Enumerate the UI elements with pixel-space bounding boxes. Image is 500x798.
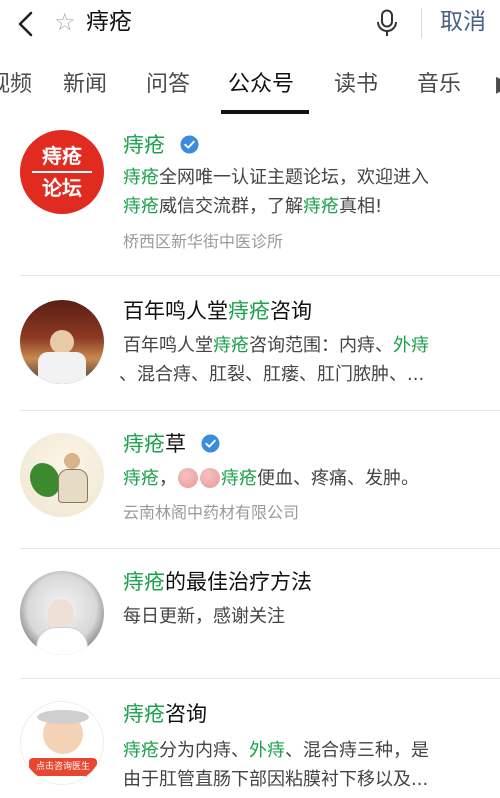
avatar-divider	[32, 171, 92, 173]
search-divider	[421, 8, 422, 38]
search-prefix-icon: ☆	[54, 8, 76, 36]
tab-official-accounts[interactable]: 公众号	[228, 70, 294, 100]
emoji-icon	[200, 467, 220, 488]
avatar-figure-head	[50, 330, 74, 354]
avatar	[20, 571, 104, 655]
search-bar: ☆ 痔疮 取消	[0, 0, 500, 48]
avatar-herb	[30, 463, 60, 497]
result-description: 痔疮， 痔疮便血、疼痛、发肿。	[123, 467, 419, 489]
avatar: 点击咨询医生	[20, 701, 104, 785]
avatar-badge: 点击咨询医生	[29, 758, 97, 776]
result-title: 百年鸣人堂痔疮咨询	[123, 299, 312, 323]
avatar-figure-body	[38, 352, 86, 384]
avatar	[20, 300, 104, 384]
avatar-figure-body	[58, 469, 88, 503]
avatar	[20, 433, 104, 517]
list-item[interactable]: 痔疮的最佳治疗方法 每日更新，感谢关注	[0, 549, 500, 679]
avatar-figure-head	[48, 599, 74, 629]
result-meta: 云南林阁中药材有限公司	[123, 503, 300, 522]
tab-video[interactable]: 视频	[0, 70, 32, 100]
tab-books[interactable]: 读书	[334, 70, 378, 100]
category-tabs: 视频 新闻 问答 公众号 读书 音乐 ▶	[0, 56, 500, 118]
verified-icon	[201, 433, 220, 453]
active-tab-underline	[221, 110, 309, 114]
back-arrow-icon[interactable]	[14, 10, 38, 38]
verified-icon	[180, 134, 199, 154]
avatar-doctor-hair	[37, 710, 89, 724]
emoji-icon	[178, 467, 198, 488]
tab-more-partial: ▶	[496, 70, 500, 100]
result-meta: 桥西区新华街中医诊所	[123, 232, 284, 251]
result-description: 痔疮全网唯一认证主题论坛，欢迎进入 痔疮威信交流群，了解痔疮真相!	[123, 167, 429, 217]
list-item[interactable]: 痔疮草 痔疮， 痔疮便血、疼痛、发肿。 云南林阁中药材有限公司	[0, 411, 500, 549]
avatar-text-top: 痔疮	[42, 144, 82, 168]
result-title: 痔疮的最佳治疗方法	[123, 570, 312, 594]
microphone-icon[interactable]	[376, 9, 398, 37]
result-description: 每日更新，感谢关注	[123, 606, 285, 627]
avatar: 痔疮 论坛	[20, 130, 104, 214]
result-description: 百年鸣人堂痔疮咨询范围：内痔、外痔 、混合痔、肛裂、肛瘘、肛门脓肿、...	[119, 335, 429, 385]
list-item[interactable]: 点击咨询医生 痔疮咨询 痔疮分为内痔、外痔、混合痔三种，是 由于肛管直肠下部因粘…	[0, 679, 500, 798]
avatar-text-bottom: 论坛	[42, 176, 82, 200]
list-item[interactable]: 百年鸣人堂痔疮咨询 百年鸣人堂痔疮咨询范围：内痔、外痔 、混合痔、肛裂、肛瘘、肛…	[0, 276, 500, 411]
list-item[interactable]: 痔疮 论坛 痔疮 痔疮全网唯一认证主题论坛，欢迎进入 痔疮威信交流群，了解痔疮真…	[0, 118, 500, 276]
cancel-button[interactable]: 取消	[440, 7, 486, 37]
avatar-figure-head	[64, 453, 80, 469]
result-title: 痔疮咨询	[123, 702, 207, 726]
tab-music[interactable]: 音乐	[417, 70, 461, 100]
avatar-figure-body	[36, 627, 88, 655]
tab-news[interactable]: 新闻	[63, 70, 107, 100]
result-description: 痔疮分为内痔、外痔、混合痔三种，是 由于肛管直肠下部因粘膜衬下移以及...	[123, 740, 429, 790]
result-title: 痔疮草	[123, 429, 220, 459]
search-input[interactable]: 痔疮	[86, 7, 132, 37]
result-title: 痔疮	[123, 130, 199, 160]
tab-qa[interactable]: 问答	[146, 70, 190, 100]
